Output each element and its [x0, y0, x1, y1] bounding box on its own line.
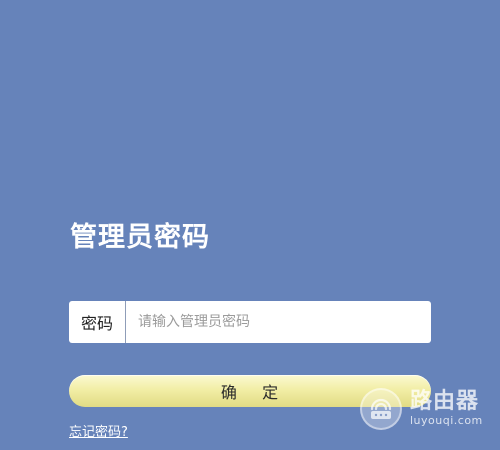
watermark-cn: 路由器 — [410, 389, 480, 414]
page-title: 管理员密码 — [70, 222, 210, 253]
router-logo-icon — [360, 388, 402, 430]
watermark-text: 路由器 luyouqi.com — [410, 390, 483, 428]
password-input[interactable] — [126, 301, 431, 343]
watermark-en: luyouqi.com — [410, 414, 483, 427]
watermark: 路由器 luyouqi.com — [360, 383, 496, 435]
login-screen: 管理员密码 密码 确 定 忘记密码? 路由器 luyouqi.com — [0, 0, 500, 450]
forgot-password-link[interactable]: 忘记密码? — [69, 421, 128, 440]
password-label: 密码 — [69, 301, 126, 343]
password-field-group: 密码 — [69, 301, 431, 343]
